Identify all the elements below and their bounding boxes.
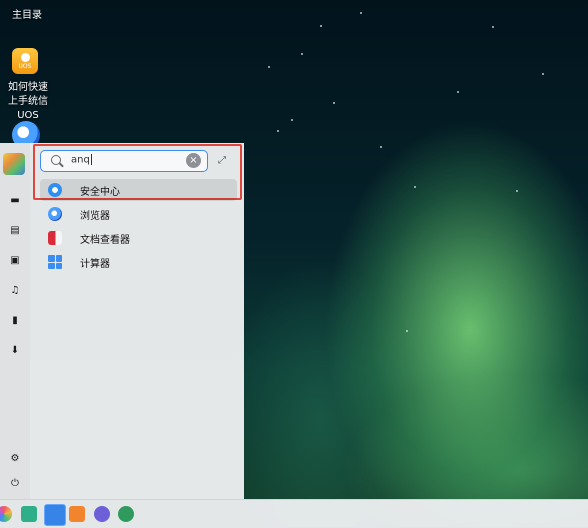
settings-icon[interactable]: ⚙	[8, 451, 22, 465]
search-result-item[interactable]: 文档查看器	[40, 227, 237, 249]
result-label: 计算器	[80, 259, 110, 270]
lightbulb-icon: UOS	[12, 48, 38, 74]
music-icon[interactable]: ♫	[8, 283, 22, 297]
result-label: 文档查看器	[80, 235, 130, 246]
category-rail: ▬ ▤ ▣ ♫ ▮ ⬇ ⚙ ⏻	[0, 143, 30, 499]
launcher-icon[interactable]	[0, 506, 12, 522]
browser-icon[interactable]	[118, 506, 134, 522]
video-icon[interactable]: ▮	[8, 313, 22, 327]
result-label: 浏览器	[80, 211, 110, 222]
avatar[interactable]	[3, 153, 25, 175]
uos-guide-label: 如何快速上手统信UOS	[8, 82, 48, 121]
taskbar	[0, 499, 588, 528]
calculator-icon	[48, 255, 62, 269]
picture-icon[interactable]: ▣	[8, 253, 22, 267]
show-desktop-icon[interactable]	[21, 506, 37, 522]
browser-icon	[48, 207, 62, 221]
app-store-icon[interactable]	[69, 506, 85, 522]
clear-search-button[interactable]: ×	[186, 153, 201, 168]
search-result-item[interactable]: 计算器	[40, 251, 237, 273]
file-manager-icon[interactable]	[44, 504, 66, 526]
search-input[interactable]: anq ×	[40, 150, 208, 172]
document-icon[interactable]: ▤	[8, 223, 22, 237]
search-icon	[51, 155, 61, 165]
expand-fullscreen-icon[interactable]: ⤢	[218, 155, 232, 169]
download-icon[interactable]: ⬇	[8, 343, 22, 357]
search-result-item[interactable]: 安全中心	[40, 179, 237, 201]
home-folder-label[interactable]: 主目录	[12, 6, 42, 21]
computer-icon[interactable]: ▬	[8, 193, 22, 207]
uos-guide-shortcut[interactable]: UOS	[12, 48, 38, 74]
recycle-icon[interactable]	[94, 506, 110, 522]
power-icon[interactable]: ⏻	[8, 476, 22, 490]
document-viewer-icon	[48, 231, 62, 245]
search-input-value: anq	[71, 154, 92, 166]
search-result-item[interactable]: 浏览器	[40, 203, 237, 225]
result-label: 安全中心	[80, 187, 120, 198]
security-center-icon	[48, 183, 62, 197]
